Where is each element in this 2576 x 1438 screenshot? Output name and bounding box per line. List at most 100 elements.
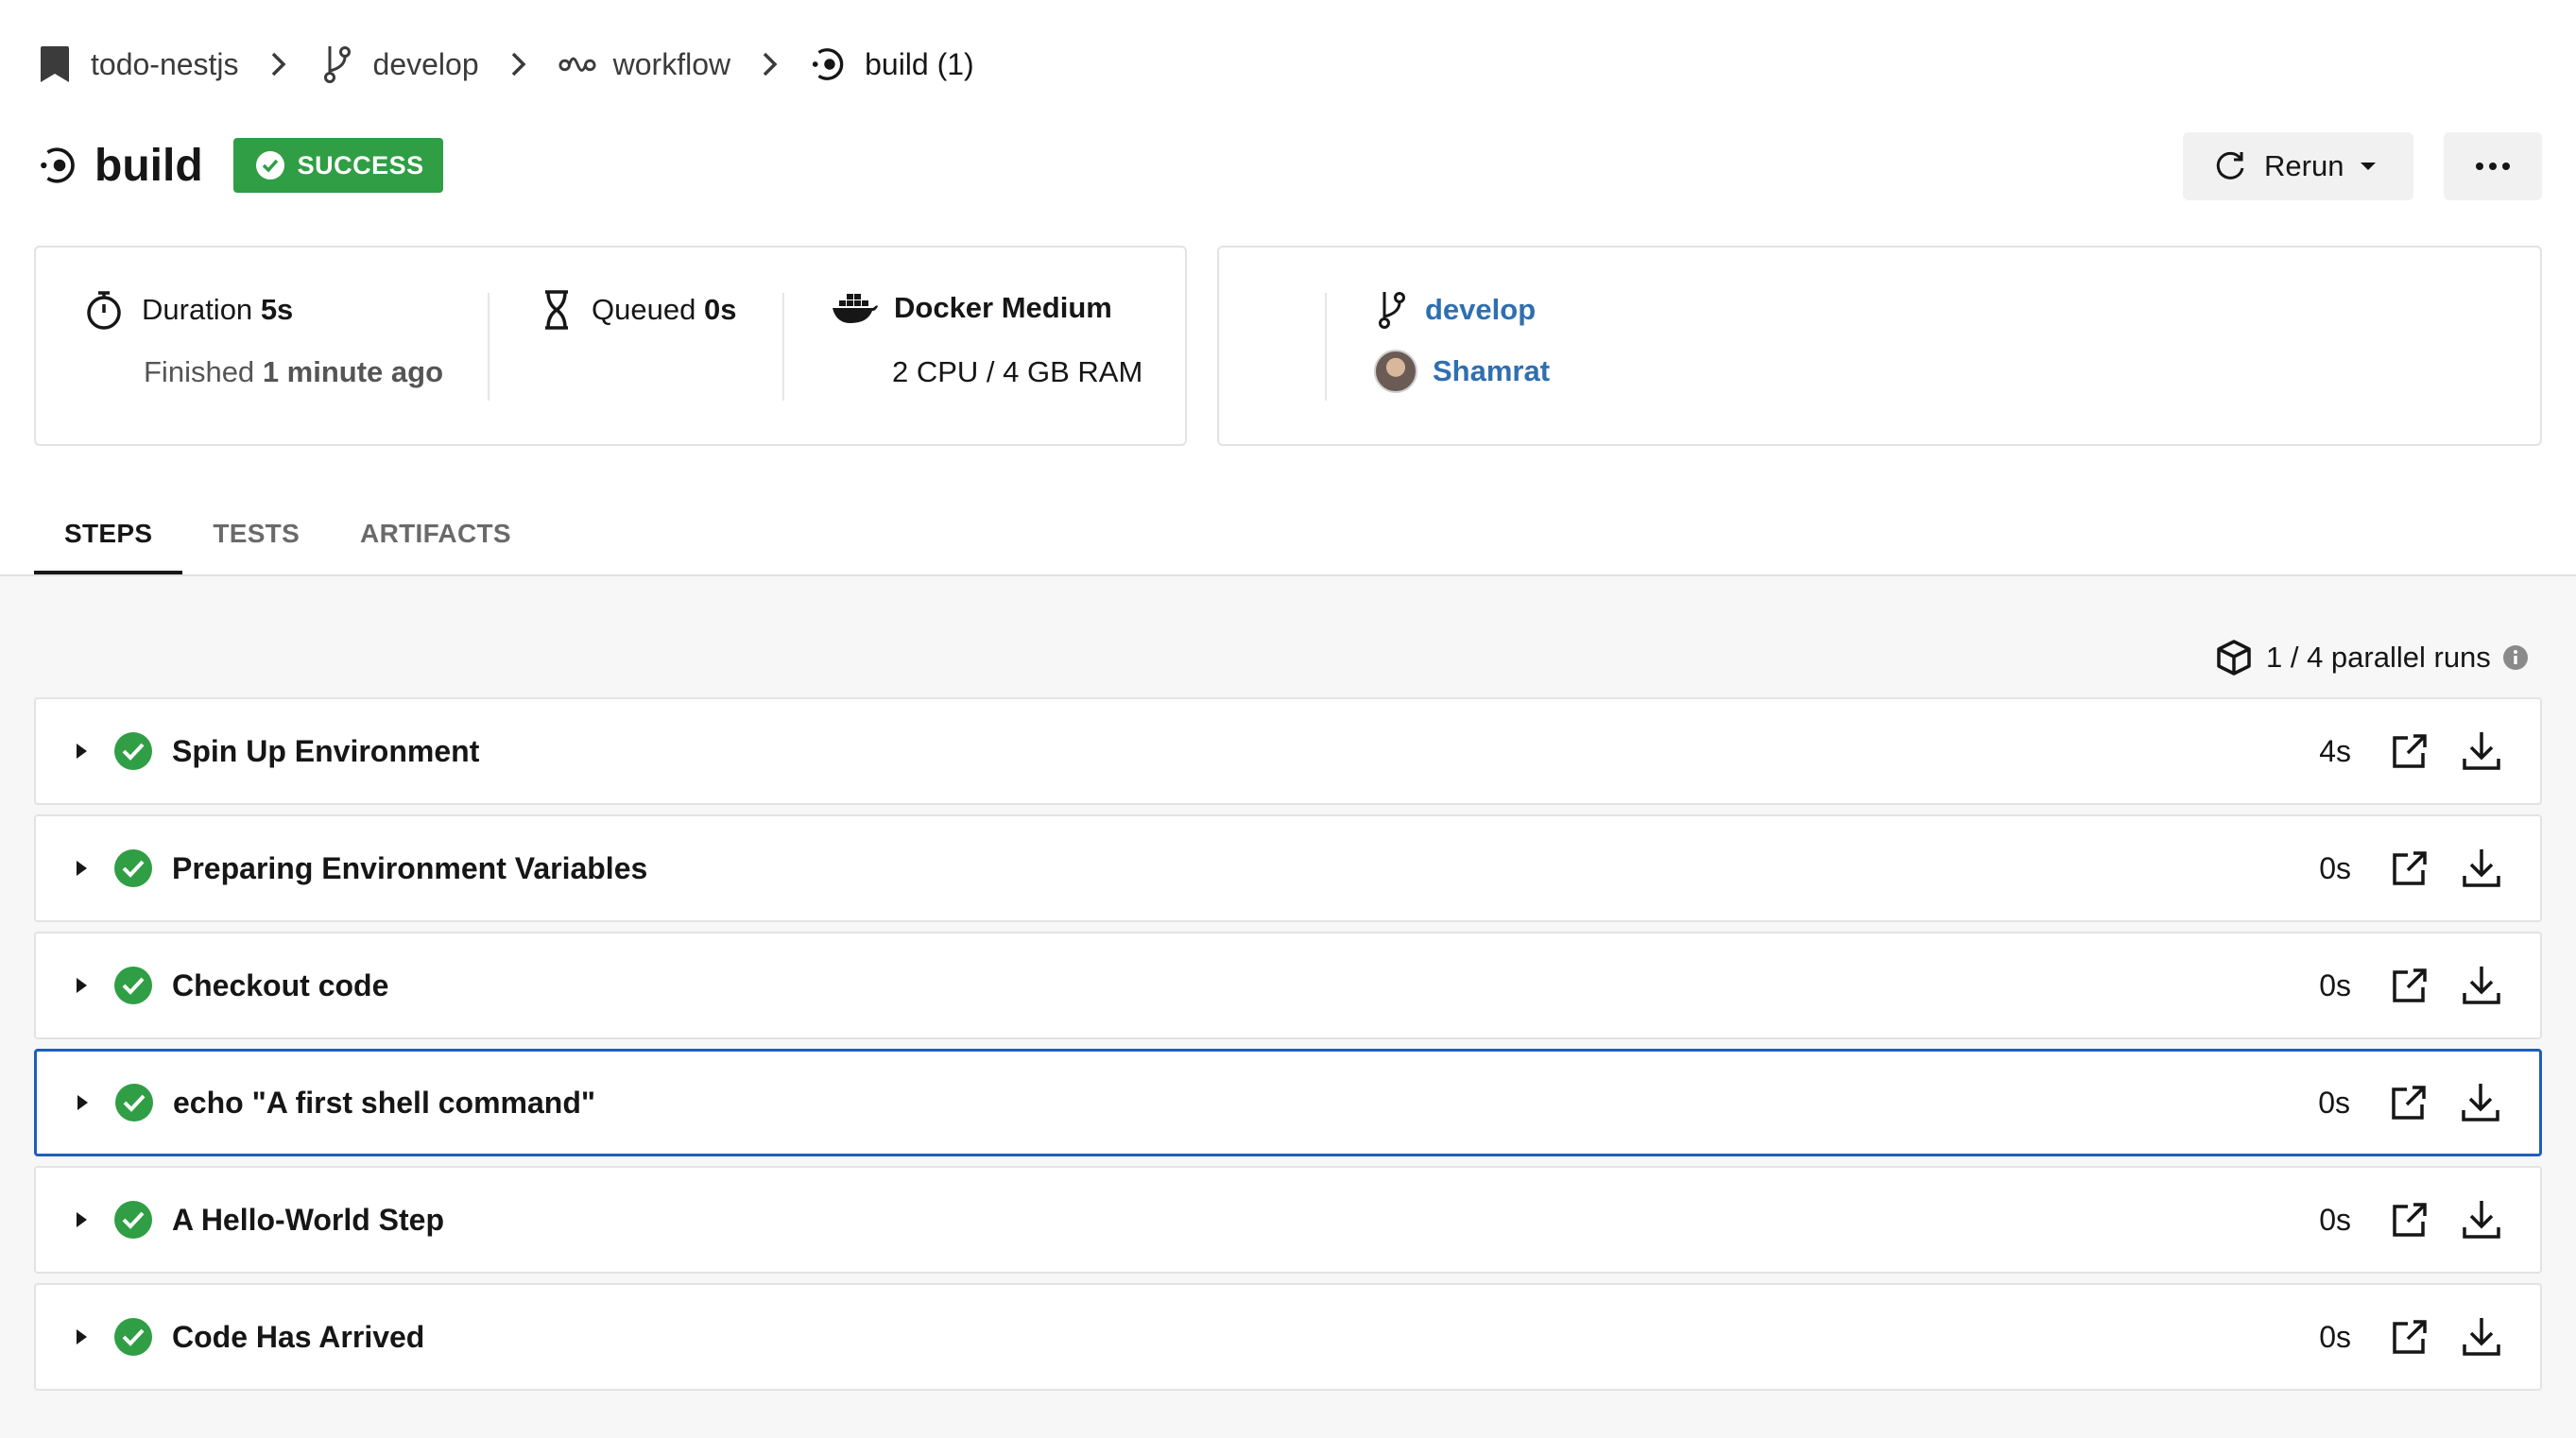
info-icon[interactable] [2502, 644, 2529, 671]
more-horizontal-icon [2476, 163, 2510, 170]
step-row[interactable]: Checkout code 0s [34, 932, 2542, 1039]
check-circle-icon [115, 1084, 153, 1121]
divider [782, 293, 784, 401]
branch-link[interactable]: develop [1425, 293, 1536, 327]
branch-icon [1379, 292, 1405, 329]
breadcrumb-branch-label: develop [372, 46, 479, 81]
status-label: SUCCESS [297, 150, 424, 180]
download-icon[interactable] [2459, 728, 2504, 774]
external-link-icon[interactable] [2389, 847, 2430, 889]
divider [1325, 293, 1327, 401]
external-link-icon[interactable] [2389, 1199, 2430, 1241]
finished-info: Finished 1 minute ago [144, 355, 443, 389]
step-row[interactable]: Code Has Arrived 0s [34, 1283, 2542, 1391]
external-link-icon[interactable] [2389, 1316, 2430, 1358]
download-icon[interactable] [2458, 1080, 2503, 1125]
breadcrumb: todo-nestjs develop workflow build (1) [36, 38, 974, 91]
queued-label: Queued [592, 293, 696, 326]
step-name: Code Has Arrived [172, 1319, 425, 1354]
download-icon[interactable] [2459, 1314, 2504, 1360]
breadcrumb-project[interactable]: todo-nestjs [36, 45, 239, 83]
breadcrumb-workflow[interactable]: workflow [558, 45, 730, 83]
job-icon [810, 45, 848, 83]
job-tabs: STEPS TESTS ARTIFACTS [34, 491, 541, 576]
parallel-runs[interactable]: 1 / 4 parallel runs [2215, 633, 2529, 682]
step-name: Checkout code [172, 967, 389, 1002]
rerun-label: Rerun [2264, 149, 2344, 182]
download-icon[interactable] [2459, 1197, 2504, 1242]
step-duration: 0s [2319, 967, 2351, 1002]
box-icon [2217, 640, 2251, 676]
step-name: Spin Up Environment [172, 733, 480, 768]
step-name: A Hello-World Step [172, 1202, 444, 1237]
repo-icon [36, 45, 74, 83]
step-row[interactable]: A Hello-World Step 0s [34, 1166, 2542, 1274]
breadcrumb-workflow-label: workflow [612, 46, 731, 81]
status-badge: SUCCESS [232, 138, 443, 193]
queued-value: 0s [703, 293, 737, 326]
step-duration: 0s [2319, 850, 2351, 885]
step-name: echo "A first shell command" [173, 1085, 596, 1120]
tab-steps[interactable]: STEPS [34, 491, 183, 576]
rerun-button[interactable]: Rerun [2183, 132, 2413, 200]
download-icon[interactable] [2459, 846, 2504, 891]
page-title: build [94, 140, 203, 191]
hourglass-icon [545, 290, 568, 330]
tab-tests[interactable]: TESTS [182, 491, 330, 576]
trigger-info-card: develop Shamrat [1217, 246, 2542, 446]
job-header: build SUCCESS [36, 132, 443, 198]
caret-right-icon[interactable] [68, 1207, 94, 1233]
finished-value: 1 minute ago [262, 355, 444, 388]
download-icon[interactable] [2459, 963, 2504, 1008]
queued-info: Queued 0s [541, 289, 736, 331]
caret-down-icon [2361, 163, 2377, 170]
check-circle-icon [114, 1201, 152, 1239]
breadcrumb-branch[interactable]: develop [318, 45, 479, 83]
check-circle-icon [114, 967, 152, 1004]
parallel-runs-label: 1 / 4 parallel runs [2266, 641, 2491, 674]
chevron-right-icon [260, 45, 298, 83]
breadcrumb-job-label: build (1) [865, 46, 974, 81]
finished-label: Finished [144, 355, 255, 388]
step-duration: 0s [2319, 1319, 2351, 1354]
caret-right-icon[interactable] [68, 972, 94, 999]
check-circle-icon [114, 1318, 152, 1356]
breadcrumb-job[interactable]: build (1) [810, 45, 974, 83]
job-icon [36, 143, 81, 188]
job-info-card: Duration 5s Finished 1 minute ago Queued… [34, 246, 1187, 446]
duration-label: Duration [142, 293, 253, 326]
stopwatch-icon [87, 291, 121, 330]
branch-info: develop [1376, 289, 1536, 331]
user-info: Shamrat [1374, 350, 1550, 393]
branch-icon [318, 45, 356, 83]
tab-artifacts[interactable]: ARTIFACTS [330, 491, 541, 576]
caret-right-icon[interactable] [68, 855, 94, 882]
refresh-icon [2216, 151, 2244, 180]
docker-icon [833, 294, 878, 323]
chevron-right-icon [500, 45, 538, 83]
executor-info: Docker Medium [832, 289, 1112, 327]
step-duration: 4s [2319, 733, 2351, 768]
caret-right-icon[interactable] [69, 1089, 95, 1116]
avatar [1374, 350, 1417, 393]
step-duration: 0s [2319, 1202, 2351, 1237]
check-circle-icon [255, 151, 284, 180]
caret-right-icon[interactable] [68, 1324, 94, 1350]
more-actions-button[interactable] [2444, 132, 2542, 200]
executor-name: Docker Medium [894, 291, 1112, 324]
step-duration: 0s [2318, 1085, 2350, 1120]
caret-right-icon[interactable] [68, 738, 94, 764]
external-link-icon[interactable] [2389, 730, 2430, 772]
step-row[interactable]: Preparing Environment Variables 0s [34, 814, 2542, 922]
step-row[interactable]: echo "A first shell command" 0s [34, 1049, 2542, 1156]
check-circle-icon [114, 732, 152, 770]
workflow-icon [558, 45, 596, 83]
external-link-icon[interactable] [2388, 1082, 2430, 1123]
step-row[interactable]: Spin Up Environment 4s [34, 697, 2542, 805]
external-link-icon[interactable] [2389, 965, 2430, 1006]
duration-info: Duration 5s [83, 289, 293, 331]
divider [488, 293, 489, 401]
duration-value: 5s [260, 293, 294, 326]
user-link[interactable]: Shamrat [1433, 354, 1550, 388]
chevron-right-icon [751, 45, 789, 83]
